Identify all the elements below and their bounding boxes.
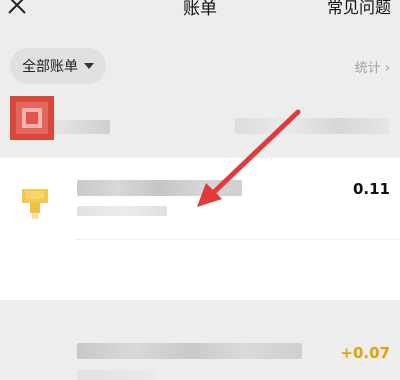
transaction-title-blurred xyxy=(77,343,302,359)
top-bar: 账单 常见问题 xyxy=(0,0,400,40)
statistics-label: 统计 xyxy=(354,61,381,76)
caret-down-icon xyxy=(84,63,94,69)
transaction-list: 0.11 +0.07 xyxy=(0,158,400,380)
faq-link[interactable]: 常见问题 xyxy=(327,0,391,18)
red-avatar-icon xyxy=(10,96,54,140)
transaction-row[interactable]: 0.11 xyxy=(0,158,400,240)
transaction-title-blurred xyxy=(77,180,242,196)
transaction-time-blurred xyxy=(77,370,157,380)
transaction-time-blurred xyxy=(77,206,167,216)
transaction-amount: 0.11 xyxy=(352,180,390,198)
chevron-right-icon: › xyxy=(384,61,390,76)
month-totals-blurred xyxy=(235,118,390,134)
filter-label: 全部账单 xyxy=(22,59,78,75)
transaction-amount: +0.07 xyxy=(340,344,390,362)
all-bills-filter-button[interactable]: 全部账单 xyxy=(10,48,106,84)
statistics-link[interactable]: 统计 › xyxy=(355,57,390,76)
yellow-merchant-icon xyxy=(22,189,48,219)
transaction-row[interactable]: +0.07 xyxy=(0,240,400,380)
